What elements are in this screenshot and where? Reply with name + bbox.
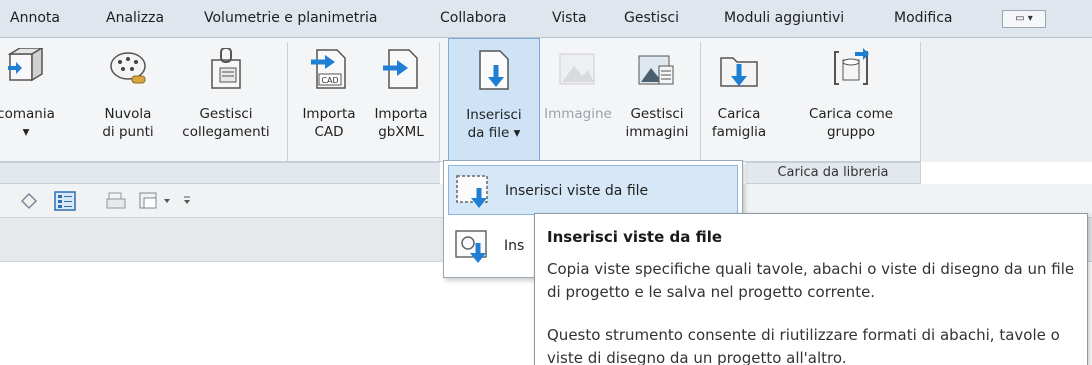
window-switch-icon[interactable] (138, 191, 160, 211)
manage-images-icon (638, 55, 674, 85)
tab-gestisci[interactable]: Gestisci (624, 0, 679, 38)
ribbon: comania ▾ Nuvola di punti Gestisci collegam… (0, 38, 1092, 184)
load-as-group-button[interactable]: Carica come gruppo (806, 38, 896, 162)
print-icon[interactable] (106, 191, 128, 211)
import-gbxml-label-2: gbXML (378, 124, 424, 140)
ribbon-display-toggle[interactable]: ▭ ▾ (1002, 10, 1046, 28)
tab-modifica[interactable]: Modifica (894, 0, 953, 38)
load-family-label-1: Carica (717, 106, 761, 122)
insert-from-file-button[interactable]: Inserisci da file ▾ (448, 38, 540, 162)
insert-from-file-icon (479, 50, 509, 90)
decal-dropdown-arrow: ▾ (22, 124, 30, 140)
insert-from-file-label-1: Inserisci (466, 107, 522, 123)
point-cloud-button[interactable]: Nuvola di punti (94, 38, 162, 162)
manage-links-icon (211, 48, 241, 89)
import-cad-icon: CAD (311, 49, 346, 89)
import-cad-label-1: Importa (302, 106, 356, 122)
tooltip-description: Copia viste specifiche quali tavole, aba… (547, 260, 1075, 301)
import-gbxml-icon (383, 49, 418, 89)
insert-2d-elements-icon (455, 230, 487, 263)
insert-views-icon (456, 175, 488, 208)
manage-links-button[interactable]: Gestisci collegamenti (170, 38, 282, 162)
diamond-icon[interactable] (20, 191, 38, 211)
tooltip-title: Inserisci viste da file (547, 228, 723, 246)
point-cloud-label-1: Nuvola (104, 106, 152, 122)
panel-footer-library: Carica da libreria (746, 162, 920, 184)
properties-list-icon[interactable] (54, 191, 76, 211)
decal-label: comania (0, 106, 55, 122)
cad-badge: CAD (321, 76, 338, 85)
tooltip: Inserisci viste da file Copia viste spec… (534, 213, 1088, 365)
import-cad-label-2: CAD (314, 124, 344, 140)
menu-item-insert-2d-elements-label: Ins (504, 238, 525, 254)
load-family-icon (720, 57, 758, 87)
insert-from-file-label-2: da file ▾ (467, 125, 521, 141)
load-as-group-label-1: Carica come (808, 106, 894, 122)
customize-toolbar-chevron-icon[interactable] (182, 191, 192, 211)
manage-images-label-1: Gestisci (630, 106, 684, 122)
image-icon (559, 53, 595, 85)
load-family-label-2: famiglia (711, 124, 767, 140)
manage-links-label-1: Gestisci (199, 106, 253, 122)
load-family-button[interactable]: Carica famiglia (704, 38, 774, 162)
decal-icon (7, 48, 44, 82)
tab-annota[interactable]: Annota (10, 0, 60, 38)
image-button[interactable]: Immagine (544, 38, 612, 162)
import-cad-button[interactable]: CAD Importa CAD (294, 38, 364, 162)
load-as-group-icon (834, 48, 869, 85)
tab-volumetrie-e-planimetria[interactable]: Volumetrie e planimetria (204, 0, 377, 38)
window-switch-chevron-down-icon[interactable] (162, 191, 172, 211)
tab-moduli-aggiuntivi[interactable]: Moduli aggiuntivi (724, 0, 844, 38)
point-cloud-label-2: di punti (102, 124, 154, 140)
load-as-group-label-2: gruppo (826, 124, 876, 140)
manage-images-button[interactable]: Gestisci immagini (618, 38, 696, 162)
ribbon-separator (920, 42, 921, 184)
manage-images-label-2: immagini (625, 124, 689, 140)
image-label: Immagine (544, 106, 612, 122)
tab-collabora[interactable]: Collabora (440, 0, 507, 38)
point-cloud-icon (110, 52, 146, 84)
menu-item-insert-views[interactable]: Inserisci viste da file (448, 165, 738, 215)
menu-tab-bar: Annota Analizza Volumetrie e planimetria… (0, 0, 1092, 38)
tooltip-extended-description: Questo strumento consente di riutilizzar… (547, 326, 1060, 365)
panel-footer-link (0, 162, 440, 184)
tab-analizza[interactable]: Analizza (106, 0, 164, 38)
import-gbxml-button[interactable]: Importa gbXML (366, 38, 436, 162)
decal-button[interactable]: comania ▾ (0, 38, 56, 162)
import-gbxml-label-1: Importa (374, 106, 428, 122)
menu-item-insert-views-label: Inserisci viste da file (505, 183, 649, 199)
tab-vista[interactable]: Vista (552, 0, 587, 38)
manage-links-label-2: collegamenti (182, 124, 270, 140)
